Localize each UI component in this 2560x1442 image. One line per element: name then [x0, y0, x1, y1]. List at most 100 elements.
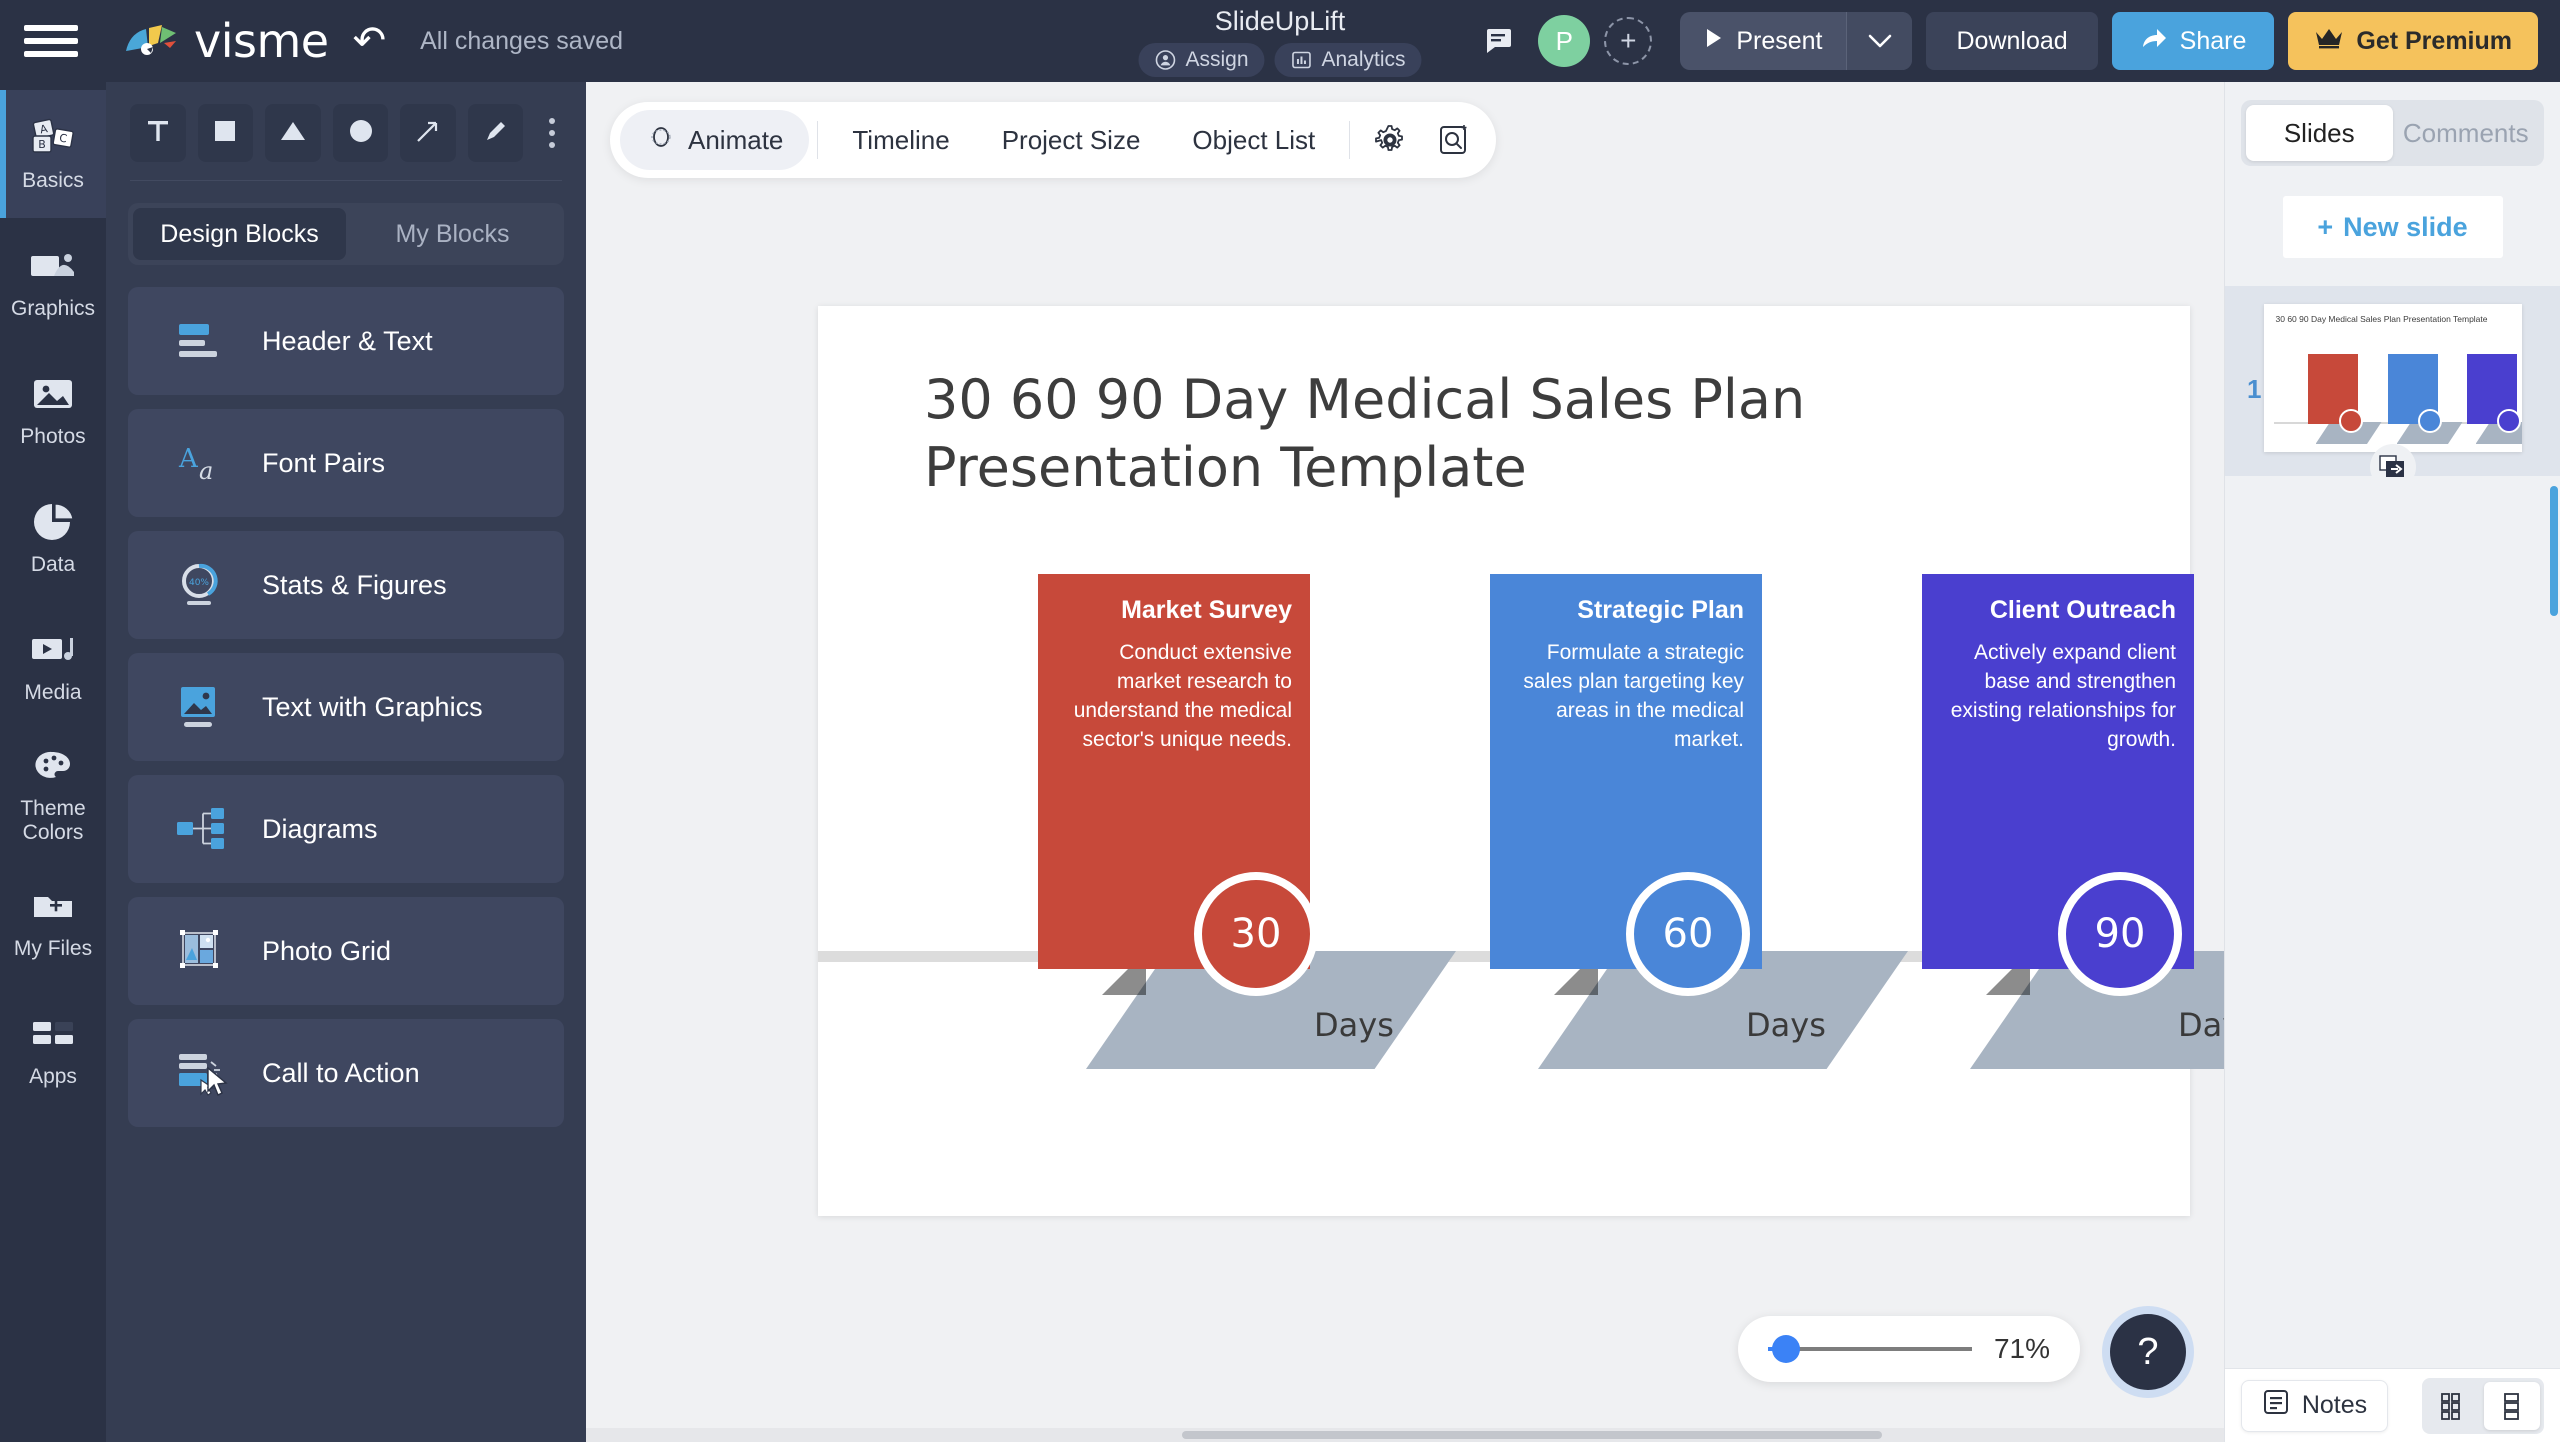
panel-divider [130, 180, 562, 181]
shape-tool-row [106, 82, 586, 180]
tab-slides[interactable]: Slides [2246, 105, 2393, 161]
preview-search-icon[interactable] [1422, 110, 1486, 170]
assign-person-icon [1154, 49, 1176, 71]
list-item-label: Photo Grid [262, 935, 392, 966]
badge-30-days: 30 [1194, 872, 1318, 996]
list-item-font-pairs[interactable]: Aa Font Pairs [128, 409, 564, 517]
sidebar-item-apps[interactable]: Apps [0, 986, 106, 1114]
square-icon [213, 119, 237, 148]
stats-badge-label: 40% [189, 578, 209, 588]
slide-canvas[interactable]: 30 60 90 Day Medical Sales Plan Presenta… [818, 306, 2340, 1216]
apps-grid-icon [27, 1011, 79, 1057]
brand-logo[interactable]: visme ↶ [124, 14, 386, 68]
sidebar-item-photos[interactable]: Photos [0, 346, 106, 474]
slide-thumbnail[interactable]: 30 60 90 Day Medical Sales Plan Presenta… [2263, 304, 2522, 452]
line-tool-button[interactable] [400, 104, 456, 162]
thumbnail-badge [2338, 409, 2363, 433]
get-premium-button[interactable]: Get Premium [2288, 12, 2538, 70]
sidebar-item-label: Data [30, 553, 76, 577]
notes-icon [2262, 1388, 2290, 1423]
tab-label: Animate [688, 124, 784, 155]
avatar[interactable]: P [1538, 15, 1591, 67]
list-item-text-with-graphics[interactable]: Text with Graphics [128, 653, 564, 761]
rectangle-tool-button[interactable] [197, 104, 254, 162]
zoom-slider-bar[interactable]: 71% [1738, 1316, 2080, 1382]
tab-timeline[interactable]: Timeline [826, 110, 975, 170]
sidebar-item-theme-colors[interactable]: Theme Colors [0, 730, 106, 858]
more-vertical-icon[interactable] [535, 118, 568, 148]
list-item-stats-figures[interactable]: 40% Stats & Figures [128, 531, 564, 639]
comment-icon[interactable] [1476, 17, 1524, 65]
list-item-header-text[interactable]: Header & Text [128, 287, 564, 395]
slide-thumbnail-strip: 1 30 60 90 Day Medical Sales Plan Presen… [2225, 286, 2560, 616]
download-button[interactable]: Download [1926, 12, 2098, 70]
undo-icon[interactable]: ↶ [353, 21, 387, 61]
sidebar-item-label: Basics [22, 169, 84, 193]
assign-label: Assign [1185, 47, 1249, 71]
new-slide-button[interactable]: + New slide [2282, 196, 2503, 258]
zoom-slider-thumb[interactable] [1772, 1335, 1801, 1363]
grid-view-icon[interactable] [2426, 1382, 2482, 1430]
sidebar-item-label: Photos [20, 425, 86, 449]
tab-label: Project Size [1001, 124, 1141, 155]
block-list: Header & Text Aa Font Pairs 40% Stats & … [128, 287, 564, 1127]
draw-tool-button[interactable] [467, 104, 524, 162]
sidebar-item-media[interactable]: Media [0, 602, 106, 730]
duplicate-slide-icon[interactable] [2369, 444, 2416, 490]
text-T-icon [145, 118, 171, 149]
thumbnail-badge [2417, 409, 2442, 433]
triangle-tool-button[interactable] [265, 104, 321, 162]
notes-button[interactable]: Notes [2240, 1379, 2389, 1432]
header-text-icon [172, 310, 234, 372]
horizontal-scrollbar[interactable] [586, 1428, 2224, 1442]
add-user-icon[interactable]: + [1604, 17, 1653, 65]
sidebar-item-basics[interactable]: A B C Basics [0, 90, 106, 218]
list-item-label: Call to Action [262, 1057, 420, 1088]
tab-project-size[interactable]: Project Size [976, 110, 1167, 170]
font-pairs-icon: Aa [172, 432, 234, 494]
play-icon [1704, 27, 1724, 56]
tab-comments[interactable]: Comments [2393, 105, 2540, 161]
media-video-icon [27, 627, 79, 673]
share-button[interactable]: Share [2111, 12, 2275, 70]
sidebar-item-data[interactable]: Data [0, 474, 106, 602]
tab-object-list[interactable]: Object List [1166, 110, 1341, 170]
list-item-label: Diagrams [262, 813, 378, 844]
badge-60-days: 60 [1626, 872, 1750, 996]
help-question-icon[interactable]: ? [2110, 1314, 2186, 1390]
slides-panel-tabs: Slides Comments [2241, 100, 2544, 166]
text-tool-button[interactable] [130, 104, 186, 162]
chevron-down-icon[interactable] [1846, 12, 1913, 70]
zoom-slider-track[interactable] [1768, 1335, 1972, 1363]
slide-number: 1 [2247, 374, 2262, 404]
list-item-diagrams[interactable]: Diagrams [128, 775, 564, 883]
tab-design-blocks[interactable]: Design Blocks [133, 208, 346, 260]
present-button[interactable]: Present [1680, 12, 1846, 70]
panel-tab-group: Design Blocks My Blocks [128, 203, 564, 265]
list-item-photo-grid[interactable]: Photo Grid [128, 897, 564, 1005]
gear-icon[interactable] [1358, 110, 1422, 170]
slides-scrollbar[interactable] [2550, 486, 2558, 616]
new-slide-label: New slide [2343, 211, 2468, 242]
sidebar-item-graphics[interactable]: Graphics [0, 218, 106, 346]
hamburger-icon[interactable] [24, 21, 78, 61]
column-description: Actively expand client base and strength… [1950, 641, 2176, 751]
list-item-call-to-action[interactable]: Call to Action [128, 1019, 564, 1127]
badge-value: 60 [1662, 911, 1714, 957]
circle-tool-button[interactable] [332, 104, 389, 162]
zoom-level-label: 71% [1993, 1333, 2050, 1364]
scrollbar-thumb[interactable] [1182, 1431, 1882, 1439]
palette-icon [27, 743, 79, 789]
page-title[interactable]: SlideUpLift [1215, 6, 1346, 37]
assign-button[interactable]: Assign [1138, 42, 1265, 77]
top-bar: visme ↶ All changes saved SlideUpLift As… [0, 0, 2560, 82]
tab-animate[interactable]: Animate [620, 110, 810, 170]
list-view-icon[interactable] [2484, 1381, 2541, 1430]
days-label: Days [1746, 1006, 1826, 1044]
share-label: Share [2179, 26, 2247, 55]
tab-my-blocks[interactable]: My Blocks [346, 208, 559, 260]
analytics-button[interactable]: Analytics [1274, 42, 1422, 77]
sidebar-item-my-files[interactable]: My Files [0, 858, 106, 986]
tab-label: Object List [1192, 124, 1316, 155]
list-item-label: Stats & Figures [262, 569, 447, 600]
